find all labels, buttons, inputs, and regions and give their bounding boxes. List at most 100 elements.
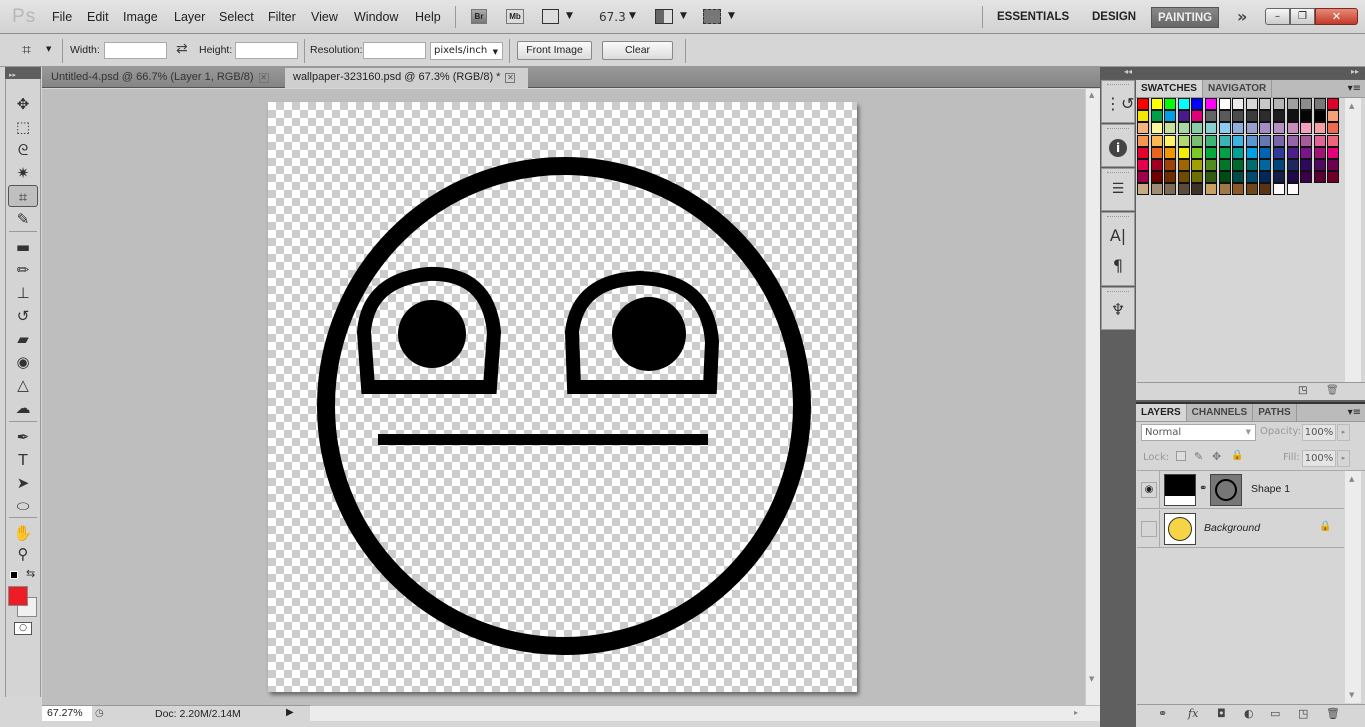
color-swatch[interactable] xyxy=(1300,134,1313,147)
quick-mask-icon[interactable]: ○ xyxy=(14,622,32,635)
zoom-dropdown-icon[interactable]: ▼ xyxy=(629,11,636,21)
swatches-scrollbar[interactable]: ▲ xyxy=(1345,98,1361,382)
color-swatch[interactable] xyxy=(1218,134,1231,147)
color-swatch[interactable] xyxy=(1327,159,1340,171)
add-mask-icon[interactable]: ◘ xyxy=(1217,707,1226,720)
brush-tool[interactable]: ✏ xyxy=(8,259,38,281)
color-swatch[interactable] xyxy=(1191,98,1204,110)
color-swatch[interactable] xyxy=(1300,171,1313,184)
color-swatch[interactable] xyxy=(1205,159,1217,171)
crop-tool-preset-icon[interactable]: ⌗ xyxy=(22,40,31,60)
close-tab-icon[interactable]: ✕ xyxy=(505,73,516,83)
color-swatch[interactable] xyxy=(1177,122,1190,135)
color-swatch[interactable] xyxy=(1273,122,1285,135)
clone-stamp-tool[interactable]: ⊥ xyxy=(8,282,38,304)
zoom-tool[interactable]: ⚲ xyxy=(8,543,38,565)
mini-bridge-button[interactable]: Mb xyxy=(506,9,524,24)
color-swatch[interactable] xyxy=(1150,134,1163,147)
color-swatch[interactable] xyxy=(1150,98,1163,110)
menu-image[interactable]: Image xyxy=(123,10,158,24)
menu-file[interactable]: File xyxy=(52,10,72,24)
color-swatch[interactable] xyxy=(1300,159,1313,171)
color-swatch[interactable] xyxy=(1245,134,1258,147)
color-swatch[interactable] xyxy=(1259,183,1272,196)
color-swatch[interactable] xyxy=(1327,146,1340,159)
tools-panel-header[interactable]: ▸▸ xyxy=(5,67,41,79)
scroll-right-icon[interactable]: ▸ xyxy=(1074,708,1078,717)
color-swatch[interactable] xyxy=(1150,159,1163,171)
color-swatch[interactable] xyxy=(1137,146,1149,159)
tab-navigator[interactable]: NAVIGATOR xyxy=(1202,80,1273,97)
tab-wallpaper[interactable]: wallpaper-323160.psd @ 67.3% (RGB/8) * ✕ xyxy=(285,68,528,88)
color-swatch[interactable] xyxy=(1259,134,1272,147)
color-swatch[interactable] xyxy=(1164,134,1177,147)
color-swatch[interactable] xyxy=(1300,146,1313,159)
color-swatch[interactable] xyxy=(1191,122,1204,135)
color-swatch[interactable] xyxy=(1191,110,1204,123)
blend-mode-select[interactable]: Normal ▼ xyxy=(1141,424,1256,441)
color-swatch[interactable] xyxy=(1273,134,1285,147)
color-swatch[interactable] xyxy=(1273,110,1285,123)
tab-untitled-4[interactable]: Untitled-4.psd @ 66.7% (Layer 1, RGB/8) ✕ xyxy=(43,68,283,88)
resolution-unit-select[interactable]: pixels/inch ▼ xyxy=(430,42,503,60)
color-swatch[interactable] xyxy=(1177,134,1190,147)
history-icon[interactable]: ⋮↺ xyxy=(1105,94,1134,118)
eyedropper-tool[interactable]: ✎ xyxy=(8,208,38,230)
color-swatch[interactable] xyxy=(1137,110,1149,123)
color-swatch[interactable] xyxy=(1232,98,1245,110)
color-swatch[interactable] xyxy=(1232,146,1245,159)
color-swatch[interactable] xyxy=(1286,159,1299,171)
menu-help[interactable]: Help xyxy=(415,10,441,24)
color-swatch[interactable] xyxy=(1245,110,1258,123)
front-image-button[interactable]: Front Image xyxy=(517,41,592,60)
tab-layers[interactable]: LAYERS xyxy=(1136,404,1187,421)
menu-window[interactable]: Window xyxy=(354,10,398,24)
color-swatch[interactable] xyxy=(1218,146,1231,159)
visibility-toggle[interactable] xyxy=(1141,521,1157,537)
status-info-icon[interactable]: ◷ xyxy=(95,708,104,719)
healing-brush-tool[interactable]: ▬ xyxy=(8,236,38,258)
dock-header[interactable]: ◂◂ ▸▸ xyxy=(1100,67,1365,79)
move-tool[interactable]: ✥ xyxy=(8,93,38,115)
color-swatch[interactable] xyxy=(1327,98,1340,110)
tool-presets-icon[interactable]: ☰ xyxy=(1105,181,1131,205)
link-layers-icon[interactable]: ⚭ xyxy=(1158,707,1167,720)
panel-menu-icon[interactable]: ▾≡ xyxy=(1272,80,1365,97)
info-icon[interactable]: i xyxy=(1105,137,1131,161)
width-input[interactable] xyxy=(104,42,167,59)
layer-row-shape-1[interactable]: ◉ ⚭ Shape 1 xyxy=(1137,471,1344,509)
color-swatch[interactable] xyxy=(1259,110,1272,123)
color-swatch[interactable] xyxy=(1313,171,1326,184)
color-swatch[interactable] xyxy=(1150,146,1163,159)
color-swatch[interactable] xyxy=(1191,134,1204,147)
brushes-icon[interactable]: ♆ xyxy=(1105,300,1131,324)
color-swatch[interactable] xyxy=(1327,122,1340,135)
color-swatch[interactable] xyxy=(1218,183,1231,196)
color-swatch[interactable] xyxy=(1232,171,1245,184)
eraser-tool[interactable]: ▰ xyxy=(8,328,38,350)
color-swatch[interactable] xyxy=(1286,146,1299,159)
paint-bucket-tool[interactable]: ◉ xyxy=(8,351,38,373)
color-swatch[interactable] xyxy=(1137,171,1149,184)
color-swatch[interactable] xyxy=(1313,122,1326,135)
delete-layer-icon[interactable]: 🗑 xyxy=(1326,707,1340,720)
color-swatch[interactable] xyxy=(1245,183,1258,196)
view-extras-button[interactable] xyxy=(542,9,559,24)
color-swatch[interactable] xyxy=(1218,122,1231,135)
color-swatch[interactable] xyxy=(1313,134,1326,147)
color-swatch[interactable] xyxy=(1259,146,1272,159)
color-swatch[interactable] xyxy=(1313,146,1326,159)
color-swatch[interactable] xyxy=(1164,146,1177,159)
color-swatch[interactable] xyxy=(1191,159,1204,171)
tab-paths[interactable]: PATHS xyxy=(1253,404,1297,421)
visibility-eye-icon[interactable]: ◉ xyxy=(1141,482,1157,498)
color-swatch[interactable] xyxy=(1191,171,1204,184)
vertical-scrollbar[interactable]: ▲ ▼ xyxy=(1085,89,1100,705)
color-swatch[interactable] xyxy=(1232,110,1245,123)
color-swatch[interactable] xyxy=(1259,98,1272,110)
color-swatch[interactable] xyxy=(1137,122,1149,135)
color-swatch[interactable] xyxy=(1327,171,1340,184)
color-swatch[interactable] xyxy=(1273,98,1285,110)
color-swatch[interactable] xyxy=(1286,122,1299,135)
color-swatch[interactable] xyxy=(1164,159,1177,171)
